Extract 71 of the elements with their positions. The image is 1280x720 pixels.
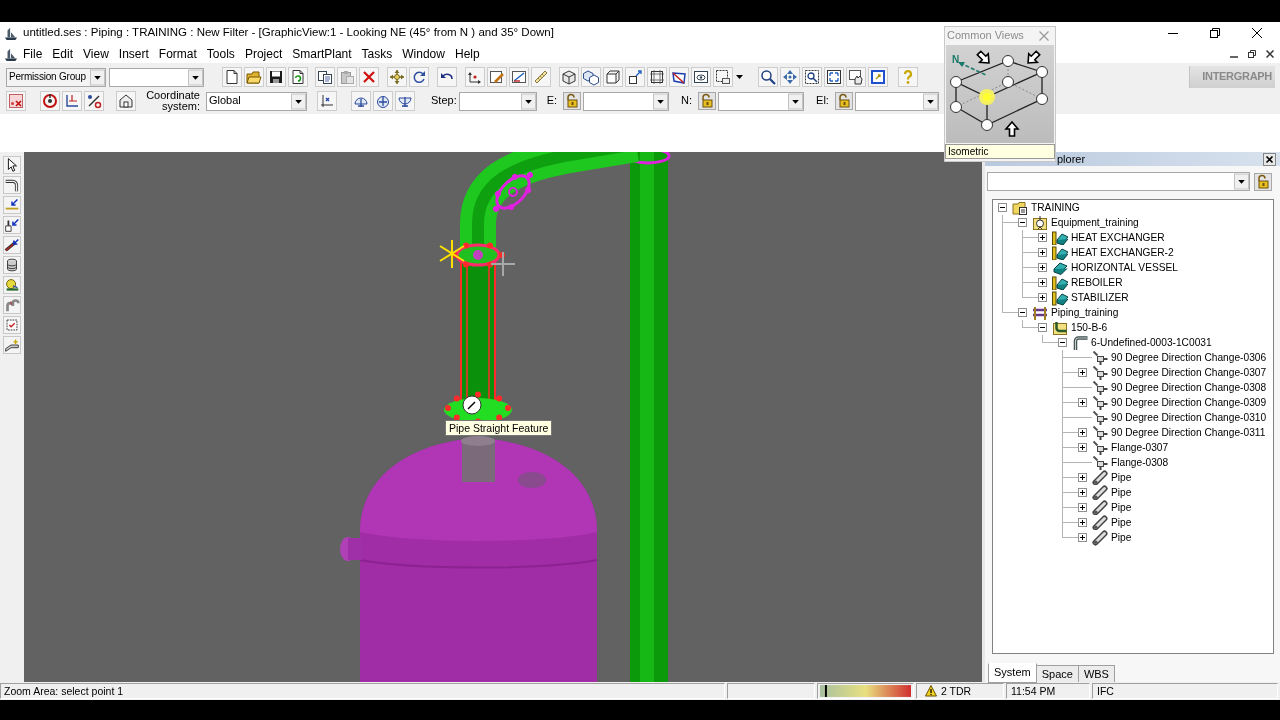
valve-folder-icon (1032, 214, 1048, 231)
frame-check-icon[interactable] (3, 316, 21, 334)
status-mode: IFC (1092, 683, 1278, 699)
expand-icon[interactable] (1078, 518, 1087, 527)
expand-icon[interactable] (1038, 248, 1047, 257)
explorer-tab[interactable]: WBS (1077, 665, 1115, 683)
tree-item-label[interactable]: Equipment_training (1050, 216, 1140, 229)
tree-item-label[interactable]: HEAT EXCHANGER-2 (1070, 246, 1175, 259)
warning-icon (925, 685, 937, 697)
close-icon[interactable] (1252, 28, 1262, 38)
tree-item-label[interactable]: STABILIZER (1070, 291, 1130, 304)
tooltip-label: Pipe Straight Feature (445, 420, 553, 436)
tree-item-label[interactable]: Flange-0308 (1110, 456, 1170, 469)
caret-icon[interactable] (1234, 173, 1249, 190)
collapse-icon[interactable] (998, 203, 1007, 212)
tree-item-label[interactable]: 90 Degree Direction Change-0306 (1110, 351, 1268, 364)
tree-item-label[interactable]: 150-B-6 (1070, 321, 1109, 334)
expand-icon[interactable] (1078, 398, 1087, 407)
close-icon[interactable] (1263, 152, 1276, 166)
padlock-icon[interactable] (1254, 172, 1272, 191)
ramp-icon[interactable] (3, 336, 21, 354)
s-pipe-icon[interactable] (3, 296, 21, 314)
tree-item-label[interactable]: 90 Degree Direction Change-0308 (1110, 381, 1268, 394)
explorer-title: plorer (1057, 153, 1086, 165)
tree-item-label[interactable]: Pipe (1110, 501, 1133, 514)
tree-item-label[interactable]: REBOILER (1070, 276, 1124, 289)
pipe-bend-icon[interactable] (3, 176, 21, 194)
status-prompt: Zoom Area: select point 1 (0, 683, 725, 699)
pipe-bend-icon (1052, 319, 1068, 336)
expand-icon[interactable] (1078, 443, 1087, 452)
tree-item-label[interactable]: Piping_training (1050, 306, 1120, 319)
tree-item-label[interactable]: Flange-0307 (1110, 441, 1170, 454)
restore-icon[interactable] (1210, 28, 1220, 38)
expand-icon[interactable] (1078, 473, 1087, 482)
tree-item-label[interactable]: TRAINING (1030, 201, 1081, 214)
expand-icon[interactable] (1078, 503, 1087, 512)
tree-item-label[interactable]: Pipe (1110, 516, 1133, 529)
tree-item-label[interactable]: HEAT EXCHANGER (1070, 231, 1166, 244)
tree-item-label[interactable]: 6-Undefined-0003-1C0031 (1090, 336, 1213, 349)
gradient-meter-icon (820, 685, 911, 697)
cylinder-icon[interactable] (3, 256, 21, 274)
tree-item-label[interactable]: HORIZONTAL VESSEL (1070, 261, 1179, 274)
expand-icon[interactable] (1078, 428, 1087, 437)
tree-item-label[interactable]: 90 Degree Direction Change-0311 (1110, 426, 1267, 439)
pointer-icon[interactable] (3, 156, 21, 174)
explorer-tab[interactable]: System (988, 663, 1037, 683)
warning-count: 2 TDR (941, 684, 972, 698)
expand-icon[interactable] (1038, 278, 1047, 287)
explorer-tab[interactable]: Space (1035, 665, 1079, 683)
app-logo-icon (4, 26, 18, 40)
collapse-icon[interactable] (1018, 308, 1027, 317)
status-time: 11:54 PM (1006, 683, 1090, 699)
expand-icon[interactable] (1038, 263, 1047, 272)
tree-item-label[interactable]: 90 Degree Direction Change-0307 (1110, 366, 1268, 379)
expand-icon[interactable] (1078, 368, 1087, 377)
tree-item-label[interactable]: Pipe (1110, 486, 1133, 499)
collapse-icon[interactable] (1038, 323, 1047, 332)
expand-icon[interactable] (1078, 533, 1087, 542)
collapse-icon[interactable] (1058, 338, 1067, 347)
expand-icon[interactable] (1038, 233, 1047, 242)
tree-item-label[interactable]: Pipe (1110, 531, 1133, 544)
window-title: Common Views (947, 29, 1024, 43)
pipe-rack-icon (1032, 304, 1048, 321)
tree-item-label[interactable]: 90 Degree Direction Change-0310 (1110, 411, 1268, 424)
tree-item-label[interactable]: Pipe (1110, 471, 1133, 484)
machine-icon (1052, 229, 1068, 246)
window-title: untitled.ses : Piping : TRAINING : New Filter - [GraphicView:1 - Looking NE (45° from N ) and 35° Down] (23, 26, 554, 40)
collapse-icon[interactable] (1018, 218, 1027, 227)
expand-icon[interactable] (1038, 293, 1047, 302)
tree-item-label[interactable]: 90 Degree Direction Change-0309 (1110, 396, 1268, 409)
expand-icon[interactable] (1078, 488, 1087, 497)
